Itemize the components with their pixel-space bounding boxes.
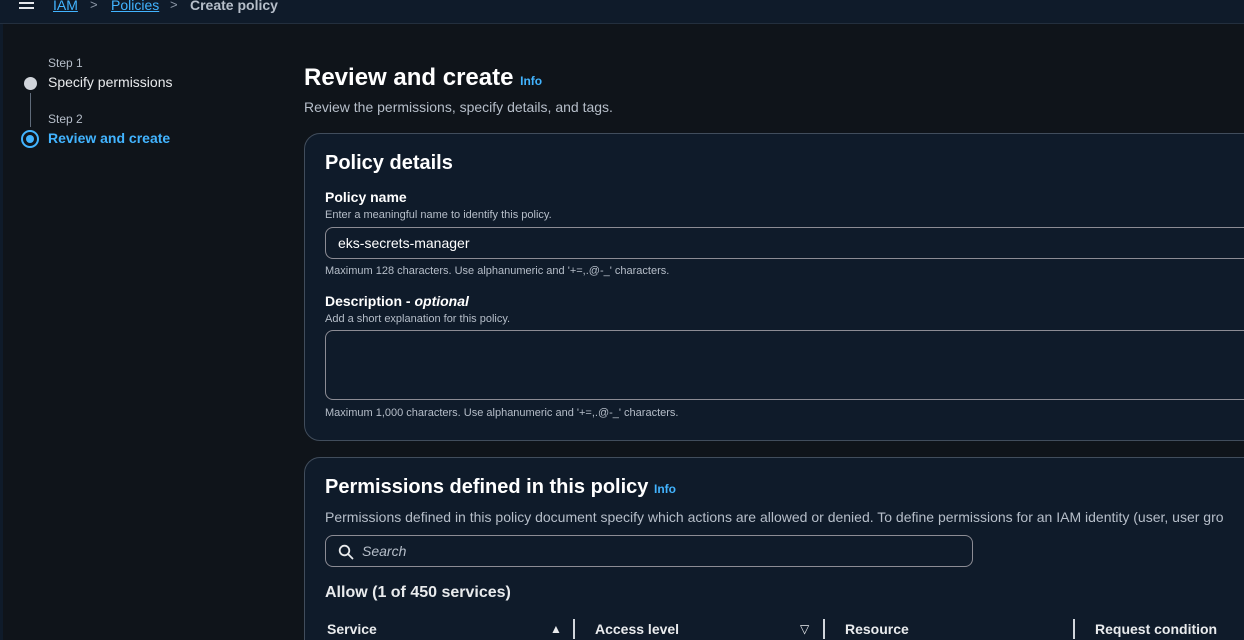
- permissions-title: Permissions defined in this policy Info: [325, 476, 676, 499]
- column-header-access-level[interactable]: Access level: [595, 621, 679, 637]
- permissions-description: Permissions defined in this policy docum…: [325, 509, 1224, 525]
- sort-ascending-icon[interactable]: ▲: [550, 622, 562, 636]
- search-icon: [338, 544, 354, 560]
- policy-name-constraint: Maximum 128 characters. Use alphanumeric…: [325, 265, 670, 277]
- hamburger-menu-icon[interactable]: [19, 0, 35, 10]
- allow-services-header: Allow (1 of 450 services): [325, 584, 511, 601]
- permissions-title-text: Permissions defined in this policy: [325, 476, 649, 498]
- page-title-text: Review and create: [304, 64, 514, 91]
- step-2-title: Review and create: [48, 130, 171, 146]
- top-navigation-bar: IAM > Policies > Create policy: [0, 0, 1244, 24]
- description-constraint: Maximum 1,000 characters. Use alphanumer…: [325, 407, 679, 419]
- step-1-label: Step 1: [48, 56, 83, 70]
- sort-descending-icon[interactable]: ▽: [800, 622, 809, 636]
- step-2-label: Step 2: [48, 112, 83, 126]
- description-textarea[interactable]: [325, 330, 1244, 400]
- column-header-resource[interactable]: Resource: [845, 621, 909, 637]
- policy-name-label: Policy name: [325, 189, 407, 205]
- step-1-title[interactable]: Specify permissions: [48, 74, 173, 90]
- column-divider[interactable]: [823, 619, 825, 639]
- column-divider[interactable]: [1073, 619, 1075, 639]
- breadcrumb-separator-icon: >: [170, 0, 178, 12]
- step-active-icon: [21, 130, 39, 148]
- step-connector: [30, 93, 31, 127]
- page-description: Review the permissions, specify details,…: [304, 99, 613, 115]
- page-info-link[interactable]: Info: [520, 74, 542, 88]
- breadcrumb-iam[interactable]: IAM: [53, 0, 78, 13]
- description-label: Description - optional: [325, 293, 469, 309]
- breadcrumb-current: Create policy: [190, 0, 278, 13]
- column-divider[interactable]: [573, 619, 575, 639]
- column-header-service[interactable]: Service: [327, 621, 377, 637]
- search-placeholder: Search: [362, 543, 407, 559]
- page-title: Review and create Info: [304, 64, 542, 92]
- policy-details-title: Policy details: [325, 152, 453, 174]
- permissions-search-input[interactable]: Search: [325, 535, 973, 567]
- description-label-text: Description -: [325, 293, 415, 309]
- breadcrumb-policies[interactable]: Policies: [111, 0, 159, 13]
- permissions-panel: Permissions defined in this policy Info …: [304, 457, 1244, 640]
- policy-name-input[interactable]: eks-secrets-manager: [325, 227, 1244, 259]
- policy-name-hint: Enter a meaningful name to identify this…: [325, 209, 552, 221]
- optional-tag: optional: [414, 293, 469, 309]
- breadcrumb-separator-icon: >: [90, 0, 98, 12]
- column-header-request-condition[interactable]: Request condition: [1095, 621, 1217, 637]
- step-completed-icon: [24, 77, 37, 90]
- policy-details-panel: Policy details Policy name Enter a meani…: [304, 133, 1244, 441]
- description-hint: Add a short explanation for this policy.: [325, 313, 511, 325]
- permissions-info-link[interactable]: Info: [654, 482, 676, 496]
